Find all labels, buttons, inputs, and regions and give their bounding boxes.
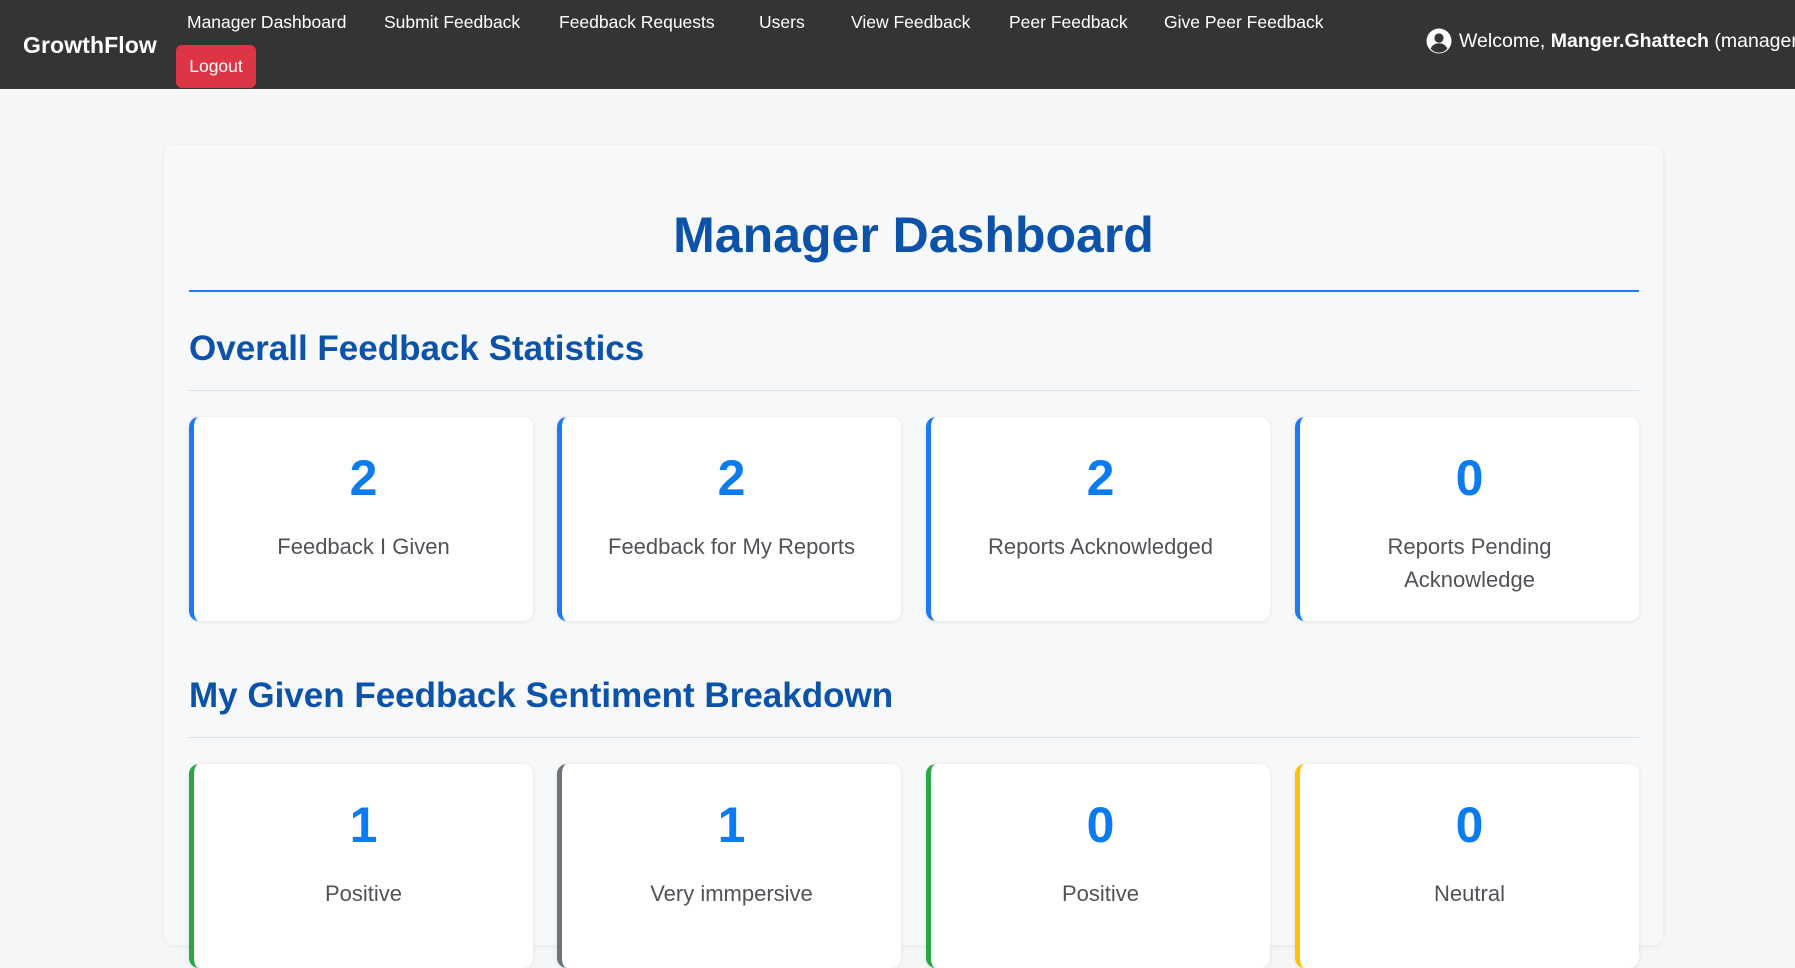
stat-label: Reports Acknowledged (987, 534, 1214, 559)
stat-value: 1 (349, 797, 378, 853)
stat-card-feedback-given: 2 Feedback I Given (189, 417, 533, 621)
top-navbar: GrowthFlow Manager Dashboard Submit Feed… (0, 0, 1795, 89)
stat-value: 0 (1455, 797, 1484, 853)
stat-value: 1 (717, 797, 746, 853)
brand-logo[interactable]: GrowthFlow (23, 32, 157, 59)
page-title: Manager Dashboard (673, 207, 1154, 263)
welcome-username: Manger.Ghattech (1550, 29, 1709, 52)
stat-card-reports-acknowledged: 2 Reports Acknowledged (926, 417, 1270, 621)
stat-label: Very immpersive (650, 881, 813, 906)
welcome-user: Welcome, Manger.Ghattech (manager (1426, 28, 1795, 54)
sentiment-card-positive-2: 0 Positive (926, 764, 1270, 968)
user-circle-icon (1426, 28, 1452, 54)
sentiment-card-very-immpersive: 1 Very immpersive (557, 764, 901, 968)
nav-link-submit-feedback[interactable]: Submit Feedback (384, 12, 520, 33)
stat-card-reports-pending: 0 Reports Pending Acknowledge (1295, 417, 1639, 621)
stat-value: 0 (1455, 450, 1484, 506)
stat-value: 2 (1086, 450, 1115, 506)
logout-button[interactable]: Logout (176, 45, 256, 88)
nav-link-peer-feedback[interactable]: Peer Feedback (1009, 12, 1128, 33)
sentiment-heading: My Given Feedback Sentiment Breakdown (189, 676, 894, 715)
sentiment-card-neutral: 0 Neutral (1295, 764, 1639, 968)
sentiment-card-positive: 1 Positive (189, 764, 533, 968)
title-divider (189, 290, 1639, 292)
stat-label: Positive (324, 881, 403, 906)
nav-link-manager-dashboard[interactable]: Manager Dashboard (187, 12, 347, 33)
stat-label: Neutral (1434, 881, 1505, 906)
nav-link-feedback-requests[interactable]: Feedback Requests (559, 12, 715, 33)
stat-label: Positive (1061, 881, 1140, 906)
nav-link-view-feedback[interactable]: View Feedback (851, 12, 970, 33)
stat-label: Reports Pending Acknowledge (1387, 534, 1552, 592)
dashboard-container: Manager Dashboard Overall Feedback Stati… (164, 145, 1663, 968)
nav-link-users[interactable]: Users (759, 12, 805, 33)
overall-stats-divider (189, 390, 1639, 391)
overall-stats-heading: Overall Feedback Statistics (189, 329, 645, 368)
stat-label: Feedback I Given (277, 534, 450, 559)
nav-link-give-peer-feedback[interactable]: Give Peer Feedback (1164, 12, 1324, 33)
stat-card-feedback-for-reports: 2 Feedback for My Reports (557, 417, 901, 621)
stat-label: Feedback for My Reports (608, 534, 855, 559)
stat-value: 0 (1086, 797, 1115, 853)
stat-value: 2 (349, 450, 378, 506)
welcome-prefix: Welcome, (1459, 29, 1546, 52)
stat-value: 2 (717, 450, 746, 506)
welcome-role: (manager (1714, 29, 1795, 52)
sentiment-divider (189, 737, 1639, 738)
